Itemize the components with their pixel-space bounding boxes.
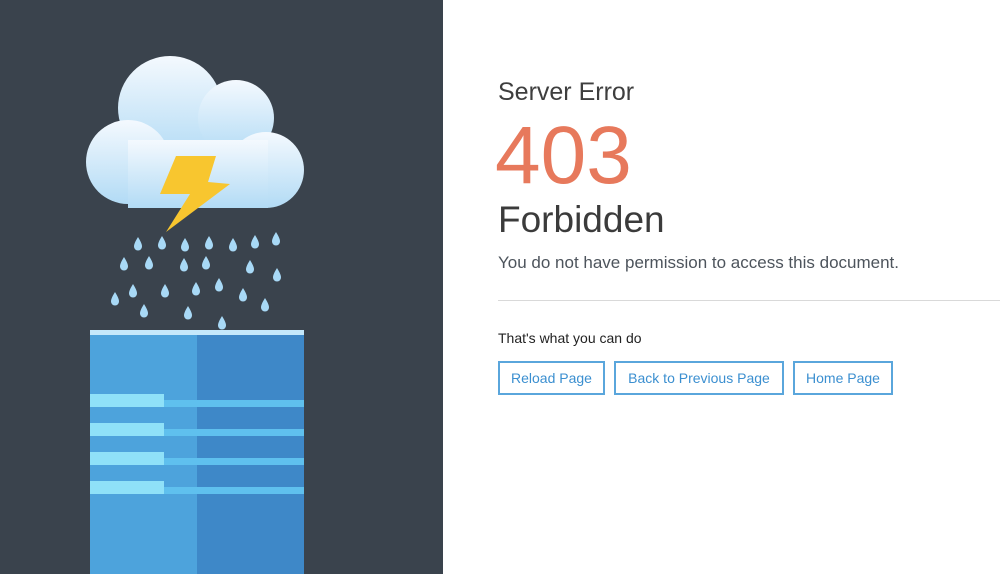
error-title: Forbidden [498, 199, 665, 240]
server-icon [90, 330, 304, 574]
error-message: You do not have permission to access thi… [498, 253, 899, 272]
back-to-previous-page-button[interactable]: Back to Previous Page [614, 361, 784, 395]
divider [498, 300, 1000, 301]
actions-heading: That's what you can do [498, 330, 642, 346]
error-eyebrow: Server Error [498, 78, 635, 106]
raindrop-icon [111, 232, 281, 330]
home-page-button[interactable]: Home Page [793, 361, 893, 395]
reload-page-button[interactable]: Reload Page [498, 361, 605, 395]
error-content: Server Error 403 Forbidden You do not ha… [495, 0, 1000, 574]
illustration-panel [0, 0, 443, 574]
server-error-illustration [86, 56, 304, 574]
error-code: 403 [495, 110, 632, 201]
